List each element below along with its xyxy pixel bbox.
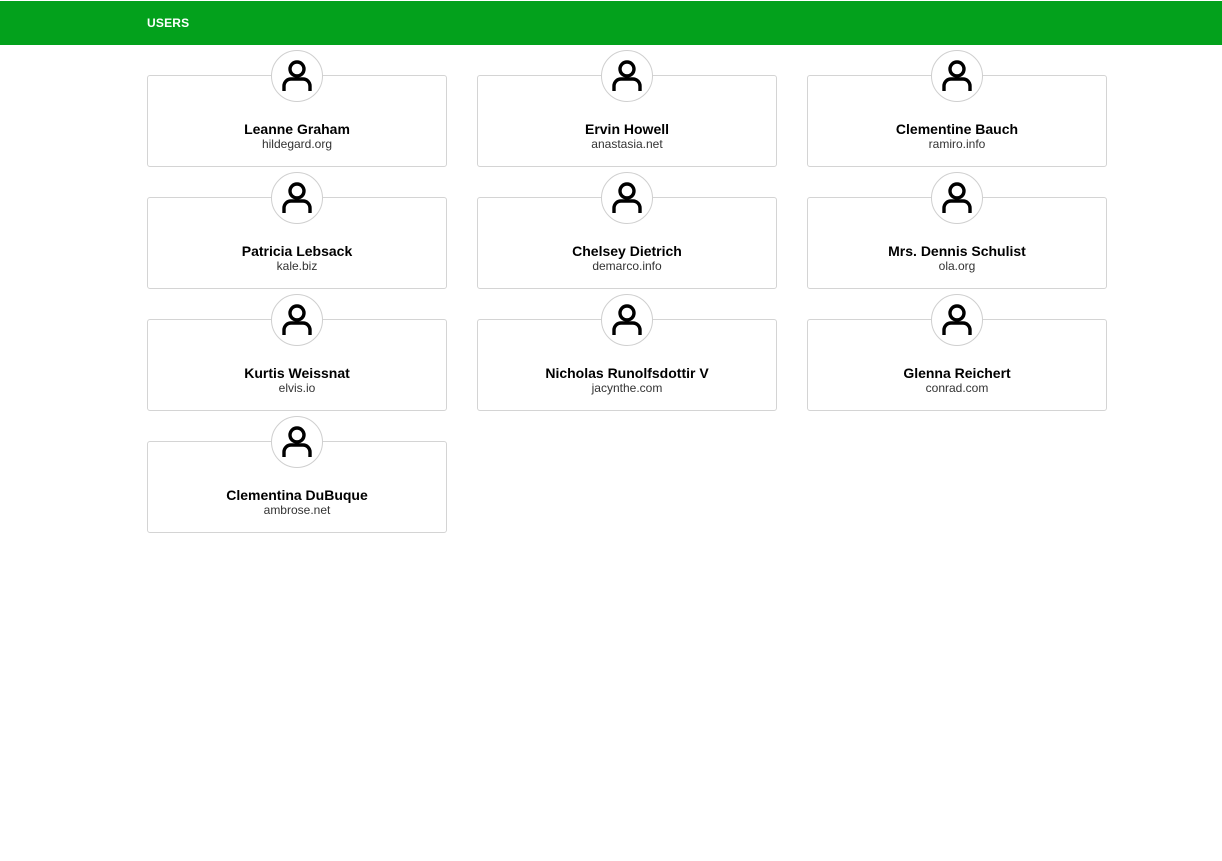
user-card[interactable]: Clementina DuBuque ambrose.net <box>147 416 447 538</box>
user-card[interactable]: Chelsey Dietrich demarco.info <box>477 172 777 294</box>
user-silhouette-icon <box>282 304 312 335</box>
avatar <box>271 416 323 468</box>
avatar <box>601 294 653 346</box>
user-name: Clementina DuBuque <box>226 487 368 503</box>
user-silhouette-icon <box>612 304 642 335</box>
user-website: ola.org <box>938 259 976 273</box>
user-silhouette-icon <box>942 60 972 91</box>
user-card[interactable]: Glenna Reichert conrad.com <box>807 294 1107 416</box>
user-silhouette-icon <box>612 60 642 91</box>
user-website: demarco.info <box>592 259 662 273</box>
user-name: Kurtis Weissnat <box>244 365 350 381</box>
user-silhouette-icon <box>282 182 312 213</box>
user-silhouette-icon <box>282 426 312 457</box>
user-name: Chelsey Dietrich <box>572 243 682 259</box>
user-silhouette-icon <box>612 182 642 213</box>
avatar <box>601 172 653 224</box>
user-website: conrad.com <box>925 381 989 395</box>
avatar <box>601 50 653 102</box>
user-card[interactable]: Ervin Howell anastasia.net <box>477 50 777 172</box>
user-silhouette-icon <box>942 182 972 213</box>
user-name: Mrs. Dennis Schulist <box>888 243 1026 259</box>
user-card[interactable]: Mrs. Dennis Schulist ola.org <box>807 172 1107 294</box>
user-card[interactable]: Nicholas Runolfsdottir V jacynthe.com <box>477 294 777 416</box>
user-name: Clementine Bauch <box>895 121 1019 137</box>
user-name: Leanne Graham <box>244 121 350 137</box>
page-title: USERS <box>147 16 190 30</box>
user-website: jacynthe.com <box>591 381 663 395</box>
user-card[interactable]: Leanne Graham hildegard.org <box>147 50 447 172</box>
user-card[interactable]: Kurtis Weissnat elvis.io <box>147 294 447 416</box>
user-website: elvis.io <box>278 381 316 395</box>
avatar <box>931 294 983 346</box>
user-website: hildegard.org <box>261 137 333 151</box>
avatar <box>271 294 323 346</box>
avatar <box>931 172 983 224</box>
user-website: anastasia.net <box>591 137 663 151</box>
user-card[interactable]: Patricia Lebsack kale.biz <box>147 172 447 294</box>
user-silhouette-icon <box>942 304 972 335</box>
user-card-grid: Leanne Graham hildegard.org Ervin Howell… <box>147 50 1107 538</box>
user-card[interactable]: Clementine Bauch ramiro.info <box>807 50 1107 172</box>
user-name: Nicholas Runolfsdottir V <box>545 365 709 381</box>
avatar <box>931 50 983 102</box>
top-app-bar: USERS <box>0 1 1222 45</box>
user-name: Patricia Lebsack <box>241 243 353 259</box>
user-website: ramiro.info <box>928 137 986 151</box>
user-name: Ervin Howell <box>584 121 670 137</box>
user-website: kale.biz <box>276 259 318 273</box>
avatar <box>271 172 323 224</box>
user-name: Glenna Reichert <box>903 365 1011 381</box>
user-website: ambrose.net <box>263 503 331 517</box>
avatar <box>271 50 323 102</box>
user-silhouette-icon <box>282 60 312 91</box>
